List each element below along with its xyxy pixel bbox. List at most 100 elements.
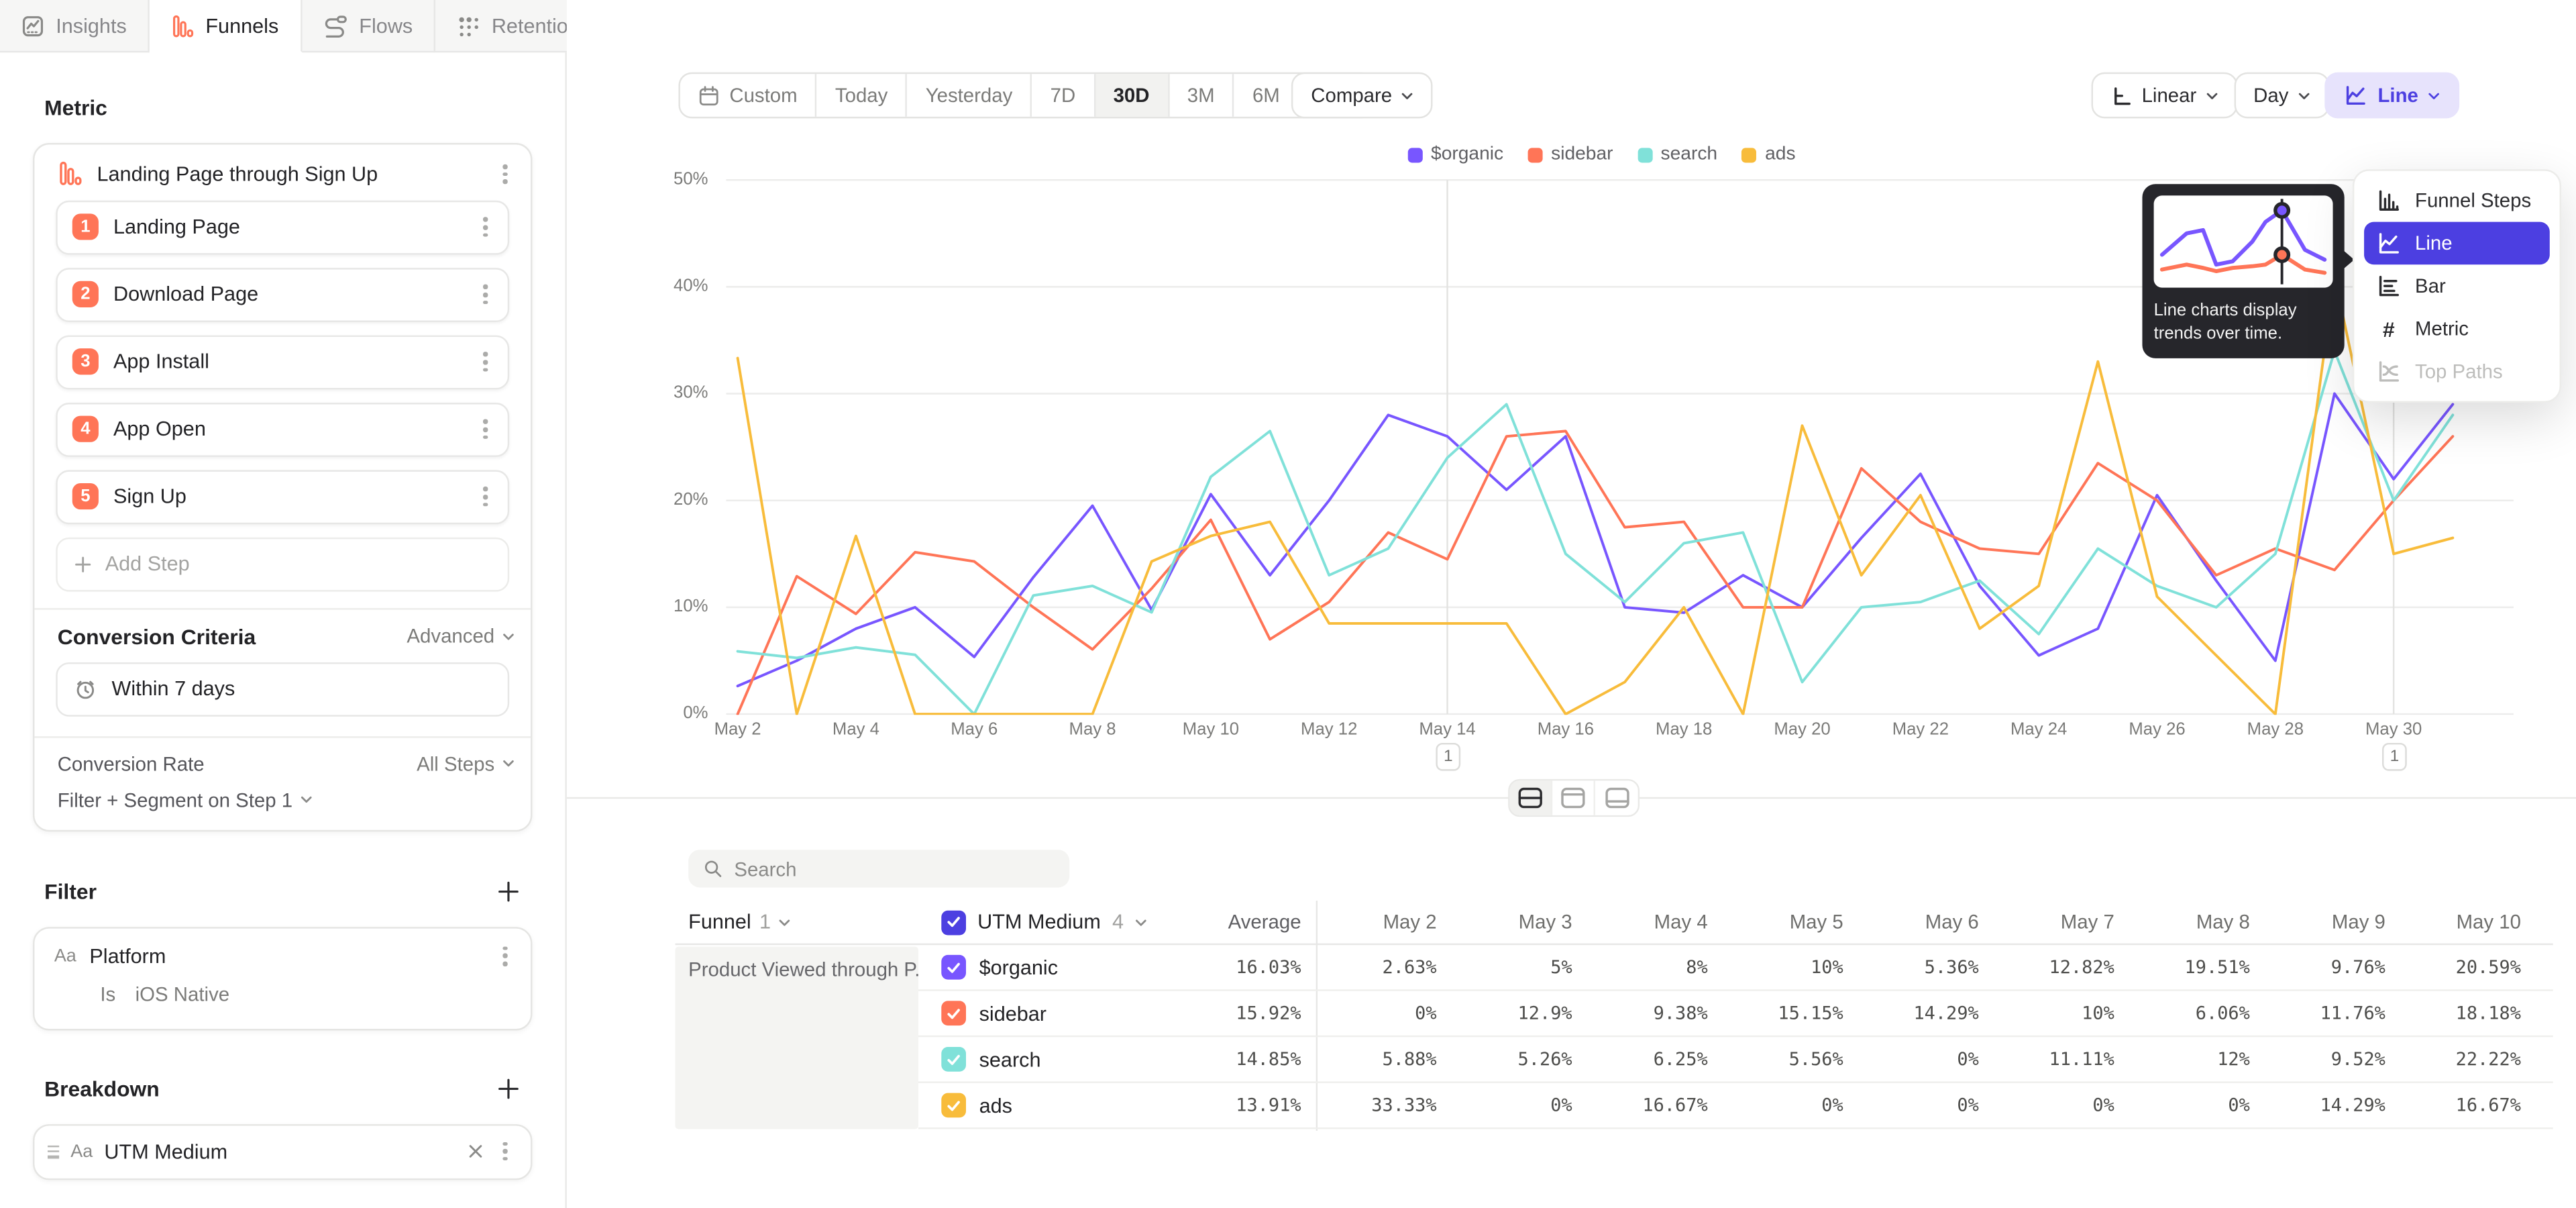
tab-flows[interactable]: Flows [302, 0, 436, 52]
table-search[interactable] [688, 850, 1069, 887]
value-cell[interactable]: 0% [1994, 1095, 2129, 1116]
value-cell[interactable]: 5.56% [1723, 1048, 1858, 1070]
value-cell[interactable]: 0% [1858, 1095, 1994, 1116]
add-step-button[interactable]: Add Step [56, 537, 509, 591]
value-cell[interactable]: 5.88% [1316, 1048, 1452, 1070]
value-cell[interactable]: 9.52% [2265, 1048, 2400, 1070]
value-cell[interactable]: 9.76% [2265, 956, 2400, 978]
advanced-dropdown[interactable]: Advanced [407, 625, 514, 648]
date-column-header[interactable]: May 7 [1994, 911, 2129, 934]
value-cell[interactable]: 6.25% [1587, 1048, 1723, 1070]
value-cell[interactable]: 5.26% [1452, 1048, 1587, 1070]
value-cell[interactable]: 11.76% [2265, 1003, 2400, 1024]
value-cell[interactable]: 12.9% [1452, 1003, 1587, 1024]
funnel-step-4[interactable]: 4 App Open [56, 402, 509, 456]
date-column-header[interactable]: May 6 [1858, 911, 1994, 934]
date-column-header[interactable]: May 3 [1452, 911, 1587, 934]
date-column-header[interactable]: May 10 [2400, 911, 2536, 934]
range-6m[interactable]: 6M [1234, 74, 1299, 117]
value-cell[interactable]: 15.15% [1723, 1003, 1858, 1024]
date-column-header[interactable]: May 5 [1723, 911, 1858, 934]
value-cell[interactable]: 0% [2129, 1095, 2265, 1116]
layout-split-button[interactable] [1510, 781, 1553, 815]
tab-insights[interactable]: Insights [0, 0, 150, 52]
value-cell[interactable]: 16.67% [2400, 1095, 2536, 1116]
series-line-search[interactable] [738, 351, 2453, 714]
range-today[interactable]: Today [817, 74, 908, 117]
tab-funnels[interactable]: Funnels [150, 0, 301, 52]
funnel-step-1[interactable]: 1 Landing Page [56, 200, 509, 254]
annotation-badge-may30[interactable]: 1 [2382, 743, 2407, 771]
funnel-step-3[interactable]: 3 App Install [56, 335, 509, 389]
range-7d[interactable]: 7D [1032, 74, 1095, 117]
filter-menu-icon[interactable] [497, 942, 515, 971]
range-yesterday[interactable]: Yesterday [908, 74, 1032, 117]
menu-item-metric[interactable]: # Metric [2364, 307, 2550, 350]
annotation-badge-may14[interactable]: 1 [1436, 743, 1460, 771]
range-3m[interactable]: 3M [1169, 74, 1234, 117]
value-cell[interactable]: 18.18% [2400, 1003, 2536, 1024]
drag-handle-icon[interactable] [48, 1145, 59, 1158]
series-checkbox[interactable] [941, 1093, 966, 1118]
date-column-header[interactable]: May 2 [1316, 911, 1452, 934]
value-cell[interactable]: 11.11% [1994, 1048, 2129, 1070]
average-column-header[interactable]: Average [1165, 911, 1316, 934]
range-custom[interactable]: Custom [680, 74, 817, 117]
date-column-header[interactable]: May 4 [1587, 911, 1723, 934]
step-menu-icon[interactable] [477, 348, 494, 377]
breakdown-property-row[interactable]: Aa UTM Medium [34, 1125, 531, 1177]
value-cell[interactable]: 16.67% [1587, 1095, 1723, 1116]
value-cell[interactable]: 22.22% [2400, 1048, 2536, 1070]
select-all-checkbox[interactable] [941, 910, 966, 935]
menu-item-top-paths[interactable]: Top Paths [2364, 350, 2550, 393]
value-cell[interactable]: 12.82% [1994, 956, 2129, 978]
value-cell[interactable]: 0% [1316, 1003, 1452, 1024]
series-checkbox[interactable] [941, 955, 966, 980]
value-cell[interactable]: 20.59% [2400, 956, 2536, 978]
date-column-header[interactable]: May 9 [2265, 911, 2400, 934]
filter-condition-row[interactable]: Is iOS Native [34, 970, 531, 1021]
breakdown-column-header[interactable]: UTM Medium 4 [918, 910, 1165, 935]
value-cell[interactable]: 33.33% [1316, 1095, 1452, 1116]
value-cell[interactable]: 0% [1858, 1048, 1994, 1070]
breakdown-menu-icon[interactable] [497, 1137, 515, 1166]
all-steps-dropdown[interactable]: All Steps [417, 752, 514, 775]
scale-dropdown[interactable]: Linear [2091, 72, 2238, 119]
funnel-step-2[interactable]: 2 Download Page [56, 268, 509, 322]
value-cell[interactable]: 9.38% [1587, 1003, 1723, 1024]
search-input[interactable] [734, 857, 1055, 880]
add-filter-button[interactable] [498, 880, 519, 902]
funnel-menu-icon[interactable] [497, 160, 515, 189]
value-cell[interactable]: 5.36% [1858, 956, 1994, 978]
add-breakdown-button[interactable] [498, 1077, 519, 1099]
range-30d[interactable]: 30D [1095, 74, 1169, 117]
value-cell[interactable]: 5% [1452, 956, 1587, 978]
value-cell[interactable]: 10% [1994, 1003, 2129, 1024]
value-cell[interactable]: 14.29% [1858, 1003, 1994, 1024]
value-cell[interactable]: 0% [1723, 1095, 1858, 1116]
value-cell[interactable]: 14.29% [2265, 1095, 2400, 1116]
granularity-dropdown[interactable]: Day [2234, 72, 2330, 119]
compare-button[interactable]: Compare [1291, 72, 1433, 119]
step-menu-icon[interactable] [477, 415, 494, 444]
step-menu-icon[interactable] [477, 280, 494, 309]
step-menu-icon[interactable] [477, 213, 494, 242]
value-cell[interactable]: 10% [1723, 956, 1858, 978]
layout-chart-only-button[interactable] [1552, 781, 1595, 815]
remove-breakdown-icon[interactable] [468, 1142, 486, 1160]
value-cell[interactable]: 19.51% [2129, 956, 2265, 978]
step-menu-icon[interactable] [477, 483, 494, 512]
value-cell[interactable]: 2.63% [1316, 956, 1452, 978]
layout-table-only-button[interactable] [1595, 781, 1638, 815]
filter-property-row[interactable]: Aa Platform [34, 928, 531, 970]
filter-segment-dropdown[interactable]: Filter + Segment on Step 1 [34, 775, 531, 829]
series-line-organic[interactable] [738, 394, 2453, 687]
legend-item-organic[interactable]: $organic [1408, 145, 1503, 164]
funnel-column-header[interactable]: Funnel 1 [676, 911, 918, 934]
funnel-name-cell[interactable]: Product Viewed through P... [676, 947, 918, 1129]
menu-item-funnel-steps[interactable]: Funnel Steps [2364, 179, 2550, 222]
date-column-header[interactable]: May 8 [2129, 911, 2265, 934]
value-cell[interactable]: 8% [1587, 956, 1723, 978]
funnel-step-5[interactable]: 5 Sign Up [56, 470, 509, 524]
value-cell[interactable]: 6.06% [2129, 1003, 2265, 1024]
